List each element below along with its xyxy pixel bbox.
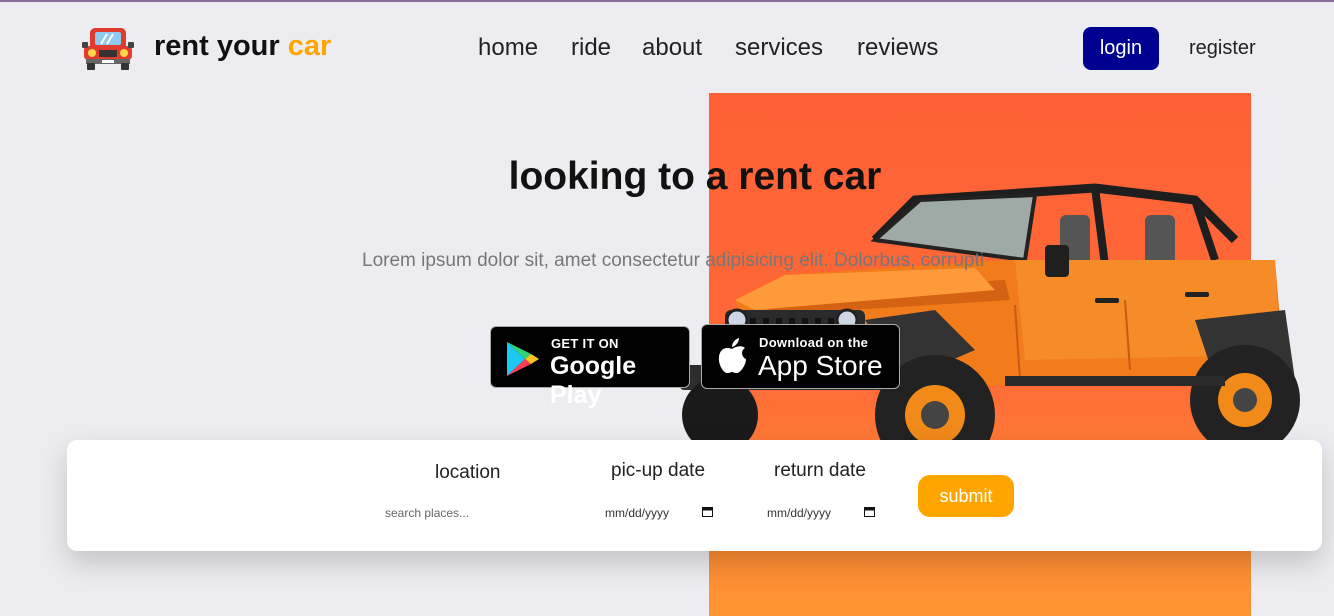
pickup-date-input[interactable]: mm/dd/yyyy [605, 506, 669, 520]
app-store-button[interactable]: Download on the App Store [701, 324, 900, 389]
submit-button[interactable]: submit [918, 475, 1014, 517]
top-border [0, 0, 1334, 2]
location-input[interactable]: search places... [385, 506, 469, 520]
calendar-icon[interactable] [864, 506, 875, 517]
brand-name[interactable]: rent your car [154, 30, 331, 63]
app-store-small: Download on the [759, 335, 869, 350]
nav-reviews[interactable]: reviews [857, 34, 938, 62]
brand-accent: car [287, 30, 332, 62]
nav-about[interactable]: about [642, 34, 702, 62]
pickup-label: pic-up date [611, 460, 706, 481]
google-play-button[interactable]: GET IT ON Google Play [490, 326, 690, 409]
google-play-big: Google Play [550, 352, 637, 409]
apple-icon [718, 338, 746, 374]
return-label: return date [774, 460, 866, 481]
booking-card [67, 440, 1322, 551]
hero-title: looking to a rent car [508, 155, 882, 198]
jeep-image [680, 183, 1300, 440]
location-label: location [435, 462, 501, 483]
brand-main: rent your [154, 30, 280, 62]
nav-ride[interactable]: ride [571, 34, 611, 62]
google-play-small: GET IT ON [551, 336, 619, 351]
login-button[interactable]: login [1083, 27, 1159, 70]
hero-subtitle: Lorem ipsum dolor sit, amet consectetur … [362, 250, 984, 271]
nav-services[interactable]: services [735, 34, 823, 62]
google-play-icon [507, 342, 539, 376]
register-link[interactable]: register [1189, 37, 1256, 60]
return-date-input[interactable]: mm/dd/yyyy [767, 506, 831, 520]
car-logo-icon [82, 28, 134, 70]
calendar-icon[interactable] [702, 506, 713, 517]
app-store-big: App Store [758, 350, 883, 381]
nav-home[interactable]: home [478, 34, 538, 62]
